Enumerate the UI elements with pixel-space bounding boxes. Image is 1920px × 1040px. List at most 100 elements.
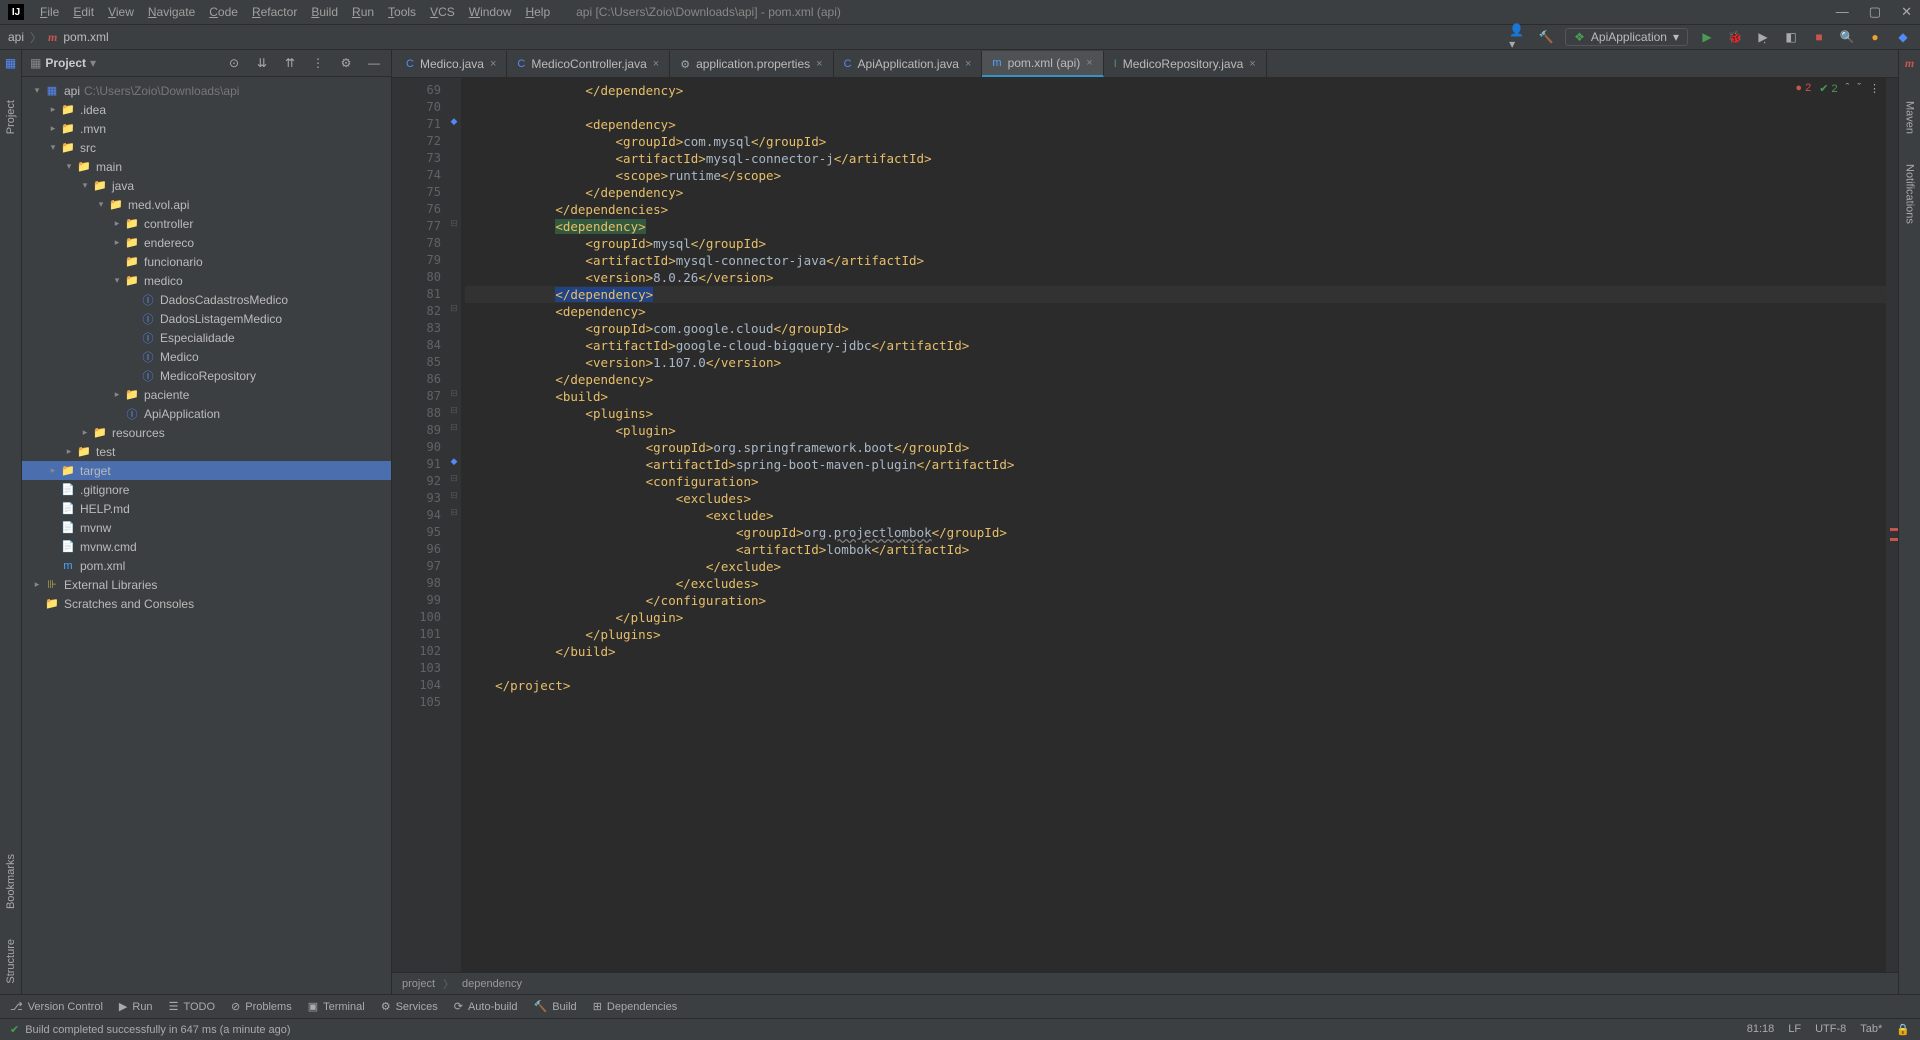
maven-tool-button[interactable]: Maven: [1904, 101, 1916, 134]
tree-item[interactable]: ▾📁java: [22, 176, 391, 195]
editor-tab[interactable]: CMedicoController.java×: [507, 51, 670, 77]
fold-gutter[interactable]: ◆⊟⊟⊟⊟⊟◆⊟⊟⊟: [447, 78, 461, 972]
intention-bulb-icon[interactable]: 💡: [461, 286, 462, 303]
close-icon[interactable]: ×: [653, 58, 659, 70]
menu-window[interactable]: Window: [463, 3, 518, 21]
tool-window-button[interactable]: ⊞Dependencies: [593, 1000, 678, 1013]
caret-position[interactable]: 81:18: [1747, 1023, 1775, 1036]
tree-item[interactable]: ▾▦apiC:\Users\Zoio\Downloads\api: [22, 81, 391, 100]
indent-info[interactable]: Tab*: [1860, 1023, 1882, 1036]
tree-item[interactable]: mpom.xml: [22, 556, 391, 575]
tree-item[interactable]: ▸📁endereco: [22, 233, 391, 252]
line-gutter[interactable]: 6970717273747576777879808182838485868788…: [392, 78, 447, 972]
stop-icon[interactable]: ■: [1810, 28, 1828, 46]
breadcrumb-root[interactable]: api: [8, 30, 24, 44]
close-icon[interactable]: ×: [816, 58, 822, 70]
project-tool-icon[interactable]: ▦: [5, 56, 16, 70]
debug-icon[interactable]: 🐞: [1726, 28, 1744, 46]
profile-icon[interactable]: ◧: [1782, 28, 1800, 46]
tree-item[interactable]: ⒾMedico: [22, 347, 391, 366]
collapse-all-icon[interactable]: ⇈: [281, 54, 299, 72]
notifications-tool-button[interactable]: Notifications: [1904, 164, 1916, 224]
tree-item[interactable]: ▸⊪External Libraries: [22, 575, 391, 594]
crumb-project[interactable]: project: [402, 978, 435, 990]
more-icon[interactable]: ⋮: [1869, 82, 1880, 95]
ide-updates-icon[interactable]: ◆: [1894, 28, 1912, 46]
menu-tools[interactable]: Tools: [382, 3, 422, 21]
tree-item[interactable]: ⒾEspecialidade: [22, 328, 391, 347]
run-icon[interactable]: ▶: [1698, 28, 1716, 46]
editor-tab[interactable]: mpom.xml (api)×: [982, 51, 1103, 77]
menu-edit[interactable]: Edit: [67, 3, 100, 21]
tree-item[interactable]: ⒾMedicoRepository: [22, 366, 391, 385]
expand-all-icon[interactable]: ⇊: [253, 54, 271, 72]
tree-item[interactable]: ▾📁medico: [22, 271, 391, 290]
chevron-down-icon[interactable]: ▾: [90, 56, 96, 70]
tool-window-button[interactable]: ⊘Problems: [231, 1000, 292, 1013]
tree-item[interactable]: 📁funcionario: [22, 252, 391, 271]
close-icon[interactable]: ×: [1249, 58, 1255, 70]
ide-settings-icon[interactable]: ●: [1866, 28, 1884, 46]
tree-item[interactable]: ▸📁target: [22, 461, 391, 480]
tree-item[interactable]: 📄mvnw.cmd: [22, 537, 391, 556]
minimize-icon[interactable]: —: [1836, 4, 1849, 20]
menu-file[interactable]: File: [34, 3, 65, 21]
breadcrumbs[interactable]: api 〉 m pom.xml: [8, 29, 109, 46]
tree-item[interactable]: ▸📁controller: [22, 214, 391, 233]
menu-code[interactable]: Code: [203, 3, 244, 21]
close-icon[interactable]: ×: [490, 58, 496, 70]
editor-tab[interactable]: CApiApplication.java×: [834, 51, 983, 77]
editor-breadcrumb[interactable]: project 〉 dependency: [392, 972, 1898, 994]
structure-tool-button[interactable]: Structure: [5, 939, 17, 984]
tool-window-button[interactable]: ⚙Services: [381, 1000, 438, 1013]
breadcrumb-file[interactable]: pom.xml: [63, 30, 108, 44]
menu-run[interactable]: Run: [346, 3, 380, 21]
error-mark[interactable]: [1890, 528, 1898, 531]
user-icon[interactable]: 👤▾: [1509, 28, 1527, 46]
tree-item[interactable]: ▾📁main: [22, 157, 391, 176]
close-icon[interactable]: ×: [1086, 57, 1092, 69]
maven-icon[interactable]: m: [1905, 56, 1914, 71]
tool-window-button[interactable]: ⎇Version Control: [10, 1000, 103, 1013]
tree-item[interactable]: 📁Scratches and Consoles: [22, 594, 391, 613]
maximize-icon[interactable]: ▢: [1869, 4, 1881, 20]
left-tool-strip[interactable]: ▦ Project Bookmarks Structure: [0, 50, 22, 994]
tool-window-button[interactable]: 🔨Build: [534, 1000, 577, 1013]
right-tool-strip[interactable]: m Maven Notifications: [1898, 50, 1920, 994]
error-mark[interactable]: [1890, 538, 1898, 541]
crumb-dependency[interactable]: dependency: [462, 978, 522, 990]
close-icon[interactable]: ✕: [1901, 4, 1912, 20]
error-count[interactable]: ● 2: [1795, 82, 1811, 95]
tree-item[interactable]: ▸📁.idea: [22, 100, 391, 119]
file-encoding[interactable]: UTF-8: [1815, 1023, 1846, 1036]
chevron-up-icon[interactable]: ˆ: [1846, 82, 1850, 95]
tree-item[interactable]: ▾📁src: [22, 138, 391, 157]
close-icon[interactable]: ×: [965, 58, 971, 70]
run-config-selector[interactable]: ❖ ApiApplication ▾: [1565, 28, 1688, 46]
tree-item[interactable]: 📄.gitignore: [22, 480, 391, 499]
menu-vcs[interactable]: VCS: [424, 3, 461, 21]
tree-item[interactable]: ▸📁resources: [22, 423, 391, 442]
gear-icon[interactable]: ⚙: [337, 54, 355, 72]
tool-window-button[interactable]: ☰TODO: [169, 1000, 215, 1013]
menu-navigate[interactable]: Navigate: [142, 3, 201, 21]
code-editor[interactable]: </dependency> <dependency> <groupId>com.…: [461, 78, 1886, 972]
readonly-icon[interactable]: 🔒: [1896, 1023, 1910, 1036]
tree-item[interactable]: 📄mvnw: [22, 518, 391, 537]
tool-window-button[interactable]: ⟳Auto-build: [454, 1000, 518, 1013]
project-tree[interactable]: ▾▦apiC:\Users\Zoio\Downloads\api▸📁.idea ▸…: [22, 77, 391, 994]
tree-item[interactable]: ▾📁med.vol.api: [22, 195, 391, 214]
inspection-widget[interactable]: ● 2 ✔ 2 ˆ ˇ ⋮: [1795, 82, 1880, 95]
editor-tab[interactable]: CMedico.java×: [396, 51, 507, 77]
bottom-toolbar[interactable]: ⎇Version Control▶Run☰TODO⊘Problems▣Termi…: [0, 994, 1920, 1018]
select-opened-icon[interactable]: ⊙: [225, 54, 243, 72]
tree-item[interactable]: ⒾDadosCadastrosMedico: [22, 290, 391, 309]
project-tool-button[interactable]: Project: [5, 100, 17, 134]
build-icon[interactable]: 🔨: [1537, 28, 1555, 46]
tree-item[interactable]: 📄HELP.md: [22, 499, 391, 518]
editor-tab[interactable]: IMedicoRepository.java×: [1104, 51, 1267, 77]
main-menu[interactable]: FileEditViewNavigateCodeRefactorBuildRun…: [34, 3, 556, 21]
tree-item[interactable]: ⒾDadosListagemMedico: [22, 309, 391, 328]
menu-build[interactable]: Build: [305, 3, 344, 21]
menu-help[interactable]: Help: [519, 3, 556, 21]
